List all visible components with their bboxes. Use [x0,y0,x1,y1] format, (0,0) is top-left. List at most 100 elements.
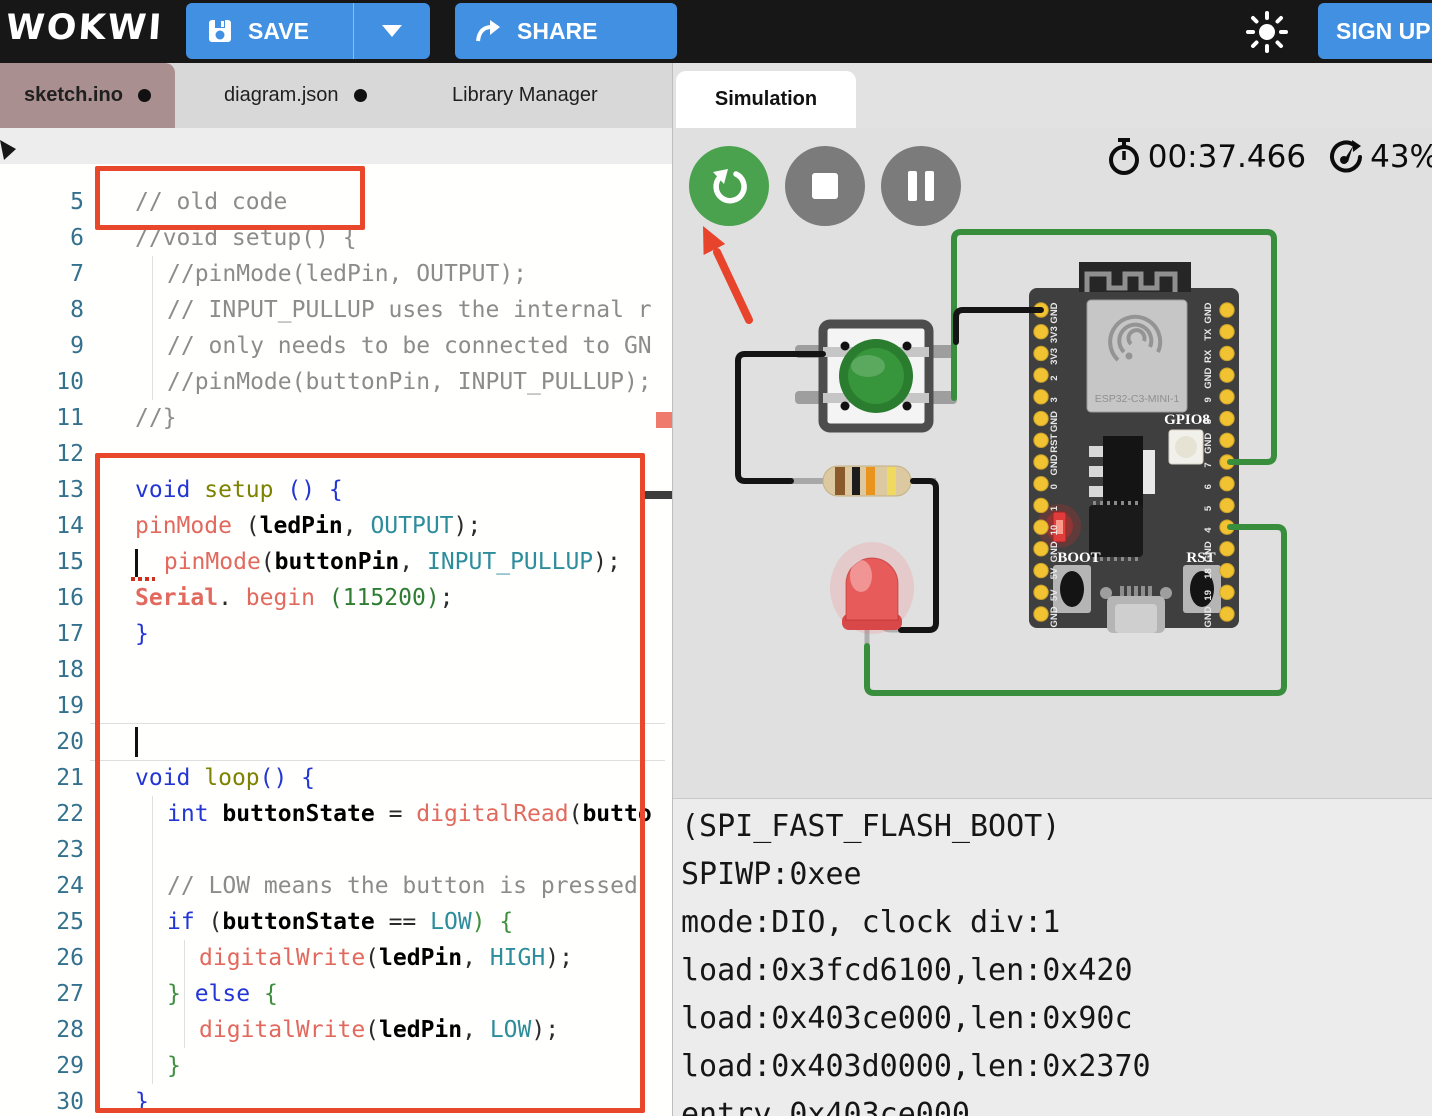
tab-sketch-ino[interactable]: sketch.ino [0,63,175,128]
line-number: 18 [56,657,84,683]
code-line: //} [135,400,177,436]
tab-label: Library Manager [452,84,598,106]
save-dropdown-button[interactable] [353,3,430,59]
board-pin-18[interactable] [1219,562,1235,579]
cursor-arrow-icon [0,140,16,160]
line-number: 12 [56,441,84,467]
code-token: // only needs to be connected to GN [167,333,652,359]
unsaved-dot-icon [137,89,151,102]
save-button[interactable]: SAVE [186,3,353,59]
editor-top-strip [0,128,672,164]
pin-label: TX [1203,328,1214,341]
board-pin-gnd[interactable] [1033,541,1049,557]
board-pin-3[interactable] [1033,389,1049,405]
pin-label: 10 [1049,525,1060,536]
stop-icon [812,173,838,199]
board-pin-5v[interactable] [1033,562,1049,579]
pin-label: RST [1049,434,1060,453]
circuit-canvas[interactable]: ESP32-C3-MINI-1 GPIO8 BOOT RST GND 3V3 3… [673,128,1432,733]
board-pin-gnd[interactable] [1033,454,1049,470]
pushbutton-screw [840,341,850,351]
tab-diagram-json[interactable]: diagram.json [200,63,391,128]
code-editor[interactable]: 5 6 7 8 9 10 11 12 13 14 15 16 17 18 19 20 21 22 23 24 25 26 2… [0,128,672,1116]
line-number: 27 [56,981,84,1007]
restart-simulation-button[interactable] [689,146,769,226]
pin-label: 18 [1203,568,1214,579]
board-pin-tx[interactable] [1219,324,1235,340]
board-pin-gnd[interactable] [1219,302,1235,318]
pause-simulation-button[interactable] [881,146,961,226]
red-led[interactable] [830,542,914,634]
top-bar: WOKWI SAVE SHARE SIGN UP [0,0,1432,63]
board-pin-9[interactable] [1219,389,1235,405]
line-number: 20 [56,729,84,755]
pin-label: 3 [1049,397,1060,402]
minimap-slider[interactable] [645,491,672,499]
line-number: 5 [70,189,84,215]
unsaved-dot-icon [353,89,367,102]
pin-label: GND [1203,302,1214,323]
board-pin-0[interactable] [1033,476,1049,492]
serial-line: load:0x3fcd6100,len:0x420 [681,953,1133,988]
code-token: //} [135,405,177,431]
resistor-band-orange [866,467,875,495]
pin-label: 3V3 [1049,348,1060,365]
led-highlight [850,560,872,592]
resistor-band-yellow [887,467,896,495]
gpio8-led-lens [1175,436,1197,458]
pin-label: RX [1203,349,1214,363]
serial-line: SPIWP:0xee [681,857,862,892]
boot-button-cap[interactable] [1060,571,1084,607]
simulation-status: 00:37.466 43% [1106,138,1432,176]
code-line: //pinMode(ledPin, OUTPUT); [167,256,527,292]
board-pin-gnd[interactable] [1033,606,1049,622]
esp32-board[interactable]: ESP32-C3-MINI-1 GPIO8 BOOT RST GND3V33V3… [1029,262,1239,633]
board-pin-19[interactable] [1219,584,1235,600]
board-pin-gnd[interactable] [1033,410,1049,427]
board-pin-gnd[interactable] [1219,367,1235,383]
board-pin-6[interactable] [1219,476,1235,492]
tab-library-manager[interactable]: Library Manager [428,63,622,128]
save-split-button[interactable]: SAVE [186,3,430,59]
simulation-panel: ESP32-C3-MINI-1 GPIO8 BOOT RST GND 3V3 3… [672,128,1432,1116]
annotation-rectangle-new-code [95,453,645,1113]
pin-label: GND [1203,433,1214,454]
code-line: // INPUT_PULLUP uses the internal r [167,292,652,328]
sign-up-label: SIGN UP [1336,17,1431,44]
board-pin-rst[interactable] [1033,432,1049,448]
pushbutton[interactable] [795,319,957,433]
line-number: 28 [56,1017,84,1043]
share-button[interactable]: SHARE [455,3,677,59]
board-pin-5v[interactable] [1033,584,1049,600]
board-pin-gnd[interactable] [1219,541,1235,557]
serial-line: (SPI_FAST_FLASH_BOOT) [681,809,1061,844]
save-icon [209,20,231,42]
board-pin-rx[interactable] [1219,345,1235,362]
save-label: SAVE [248,17,309,44]
wokwi-app: WOKWI SAVE SHARE SIGN UP sketch.ino diag… [0,0,1432,1116]
board-pin-gnd[interactable] [1219,606,1235,622]
board-pin-3v3[interactable] [1033,324,1049,340]
board-pin-1[interactable] [1033,497,1049,514]
board-pin-8[interactable] [1219,410,1235,427]
board-pin-2[interactable] [1033,367,1049,383]
sign-up-button[interactable]: SIGN UP [1318,3,1432,59]
serial-line: mode:DIO, clock div:1 [681,905,1061,940]
tab-simulation[interactable]: Simulation [676,71,856,128]
board-pin-3v3[interactable] [1033,345,1049,362]
circuit-diagram: ESP32-C3-MINI-1 GPIO8 BOOT RST GND3V33V3… [703,226,1287,696]
simulation-time: 00:37.466 [1147,139,1307,175]
board-pin-5[interactable] [1219,497,1235,514]
stop-simulation-button[interactable] [785,146,865,226]
theme-toggle-icon[interactable] [1242,7,1292,57]
pin-label: 19 [1203,590,1214,601]
serial-monitor[interactable]: (SPI_FAST_FLASH_BOOT) SPIWP:0xee mode:DIO,… [673,798,1432,1116]
line-number: 26 [56,945,84,971]
tab-label: diagram.json [224,84,339,106]
overview-ruler-error-marker [656,412,672,428]
line-number: 25 [56,909,84,935]
pin-label: 8 [1203,419,1214,424]
simulation-panel-header: Simulation [672,63,1432,128]
board-pin-10[interactable] [1033,519,1049,535]
board-pin-gnd[interactable] [1219,432,1235,448]
